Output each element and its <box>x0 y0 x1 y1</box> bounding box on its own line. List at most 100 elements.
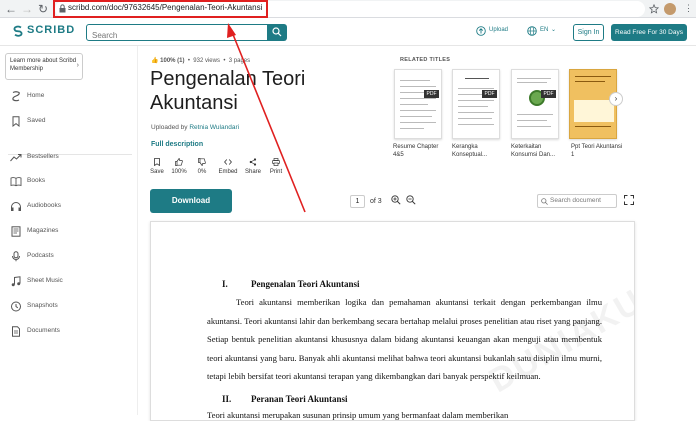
music-note-icon <box>11 276 21 287</box>
search-box <box>86 24 268 43</box>
language-selector[interactable]: EN <box>540 27 548 33</box>
dislike-percent: 0% <box>197 169 207 175</box>
sidebar-item-label: Podcasts <box>27 252 54 259</box>
back-icon[interactable]: ← <box>4 2 18 16</box>
code-icon <box>224 159 232 165</box>
sidebar-item-label: Documents <box>27 327 60 334</box>
thumbs-down-icon <box>198 158 206 166</box>
body-paragraph: Teori akuntansi memberikan logika dan pe… <box>207 297 602 381</box>
scribd-logo[interactable]: SCRIBD <box>27 24 75 36</box>
dislike-button[interactable]: 0% <box>189 158 215 175</box>
star-icon[interactable] <box>649 4 659 14</box>
sidebar-item-label: Saved <box>27 117 46 124</box>
zoom-in-icon[interactable] <box>391 195 401 205</box>
pdf-badge: PDF <box>541 90 556 98</box>
related-title[interactable]: Kerangka Konseptual... <box>452 143 504 159</box>
print-icon <box>272 158 280 166</box>
scribd-logo-icon[interactable] <box>12 25 24 37</box>
reload-icon[interactable]: ↻ <box>36 2 50 16</box>
globe-icon[interactable] <box>527 26 537 36</box>
sign-in-button[interactable]: Sign In <box>573 24 604 41</box>
related-titles-heading: RELATED TITLES <box>400 57 451 63</box>
pdf-badge: PDF <box>482 90 497 98</box>
related-thumbnail[interactable]: PDF <box>452 69 500 139</box>
page-total: of 3 <box>370 198 382 205</box>
thumbs-up-icon <box>175 158 183 166</box>
view-count: 932 views <box>193 58 220 64</box>
upload-link[interactable]: Upload <box>489 27 508 33</box>
bookmark-icon <box>154 158 160 166</box>
chevron-right-icon[interactable]: › <box>609 92 623 106</box>
rating-value: 100% (1) <box>160 58 185 64</box>
uploaded-by-label: Uploaded by <box>151 124 188 131</box>
section-number: I. <box>222 279 228 289</box>
related-title[interactable]: Keterkaitan Konsumsi Dan... <box>511 143 563 159</box>
embed-button[interactable]: Embed <box>215 158 241 175</box>
save-label: Save <box>150 169 164 175</box>
podcast-icon <box>12 251 20 262</box>
related-thumbnail[interactable] <box>569 69 617 139</box>
menu-icon[interactable]: ⋮ <box>684 3 693 14</box>
thumbs-up-icon: 👍 <box>151 58 159 64</box>
full-description-link[interactable]: Full description <box>151 141 203 148</box>
document-icon <box>12 326 20 337</box>
section-heading: Peranan Teori Akuntansi <box>251 394 348 404</box>
membership-banner[interactable]: Learn more about Scribd Membership › <box>5 53 83 80</box>
related-thumbnail[interactable]: PDF <box>394 69 442 139</box>
page-count: 3 pages <box>228 58 251 64</box>
headphones-icon <box>11 202 21 211</box>
pdf-badge: PDF <box>424 90 439 98</box>
sidebar-item-label: Bestsellers <box>27 153 59 160</box>
site-header: SCRIBD Upload EN ⌄ Sign In Read Free For… <box>0 18 696 46</box>
body-paragraph: Teori akuntansi merupakan susunan prinsi… <box>207 410 509 420</box>
section-number: II. <box>222 394 232 404</box>
search-icon <box>541 198 548 205</box>
trending-icon <box>10 154 22 162</box>
document-search-input[interactable]: Search document <box>537 194 617 208</box>
print-button[interactable]: Print <box>263 158 289 175</box>
sidebar-item-label: Magazines <box>27 227 59 234</box>
sidebar: Learn more about Scribd Membership › Hom… <box>0 46 138 415</box>
sidebar-item-label: Home <box>27 92 45 99</box>
embed-label: Embed <box>218 169 238 175</box>
book-icon <box>10 177 22 187</box>
related-thumbnail[interactable]: PDF <box>511 69 559 139</box>
membership-text: Learn more about Scribd Membership <box>10 58 77 72</box>
zoom-out-icon[interactable] <box>406 195 416 205</box>
related-title[interactable]: Ppt Teori Akuntansi 1 <box>571 143 623 159</box>
avatar[interactable] <box>664 3 676 15</box>
url-highlight-box <box>53 0 268 18</box>
magazine-icon <box>11 226 21 237</box>
document-stats: 👍 100% (1) • 932 views • 3 pages <box>151 58 251 64</box>
print-label: Print <box>269 169 283 175</box>
fullscreen-icon[interactable] <box>624 195 634 205</box>
uploader-link[interactable]: Retnia Wulandari <box>189 124 239 131</box>
uploader-line: Uploaded by Retnia Wulandari <box>151 124 239 131</box>
page-title: Pengenalan Teori Akuntansi <box>150 68 306 114</box>
document-page: DUNIAKU I. Pengenalan Teori Akuntansi Te… <box>150 221 635 421</box>
upload-icon[interactable] <box>476 26 486 36</box>
chevron-down-icon[interactable]: ⌄ <box>551 26 556 33</box>
page-number-input[interactable]: 1 <box>350 195 365 208</box>
sidebar-item-label: Sheet Music <box>27 277 63 284</box>
bookmark-icon <box>12 116 20 127</box>
share-label: Share <box>244 169 261 175</box>
search-button[interactable] <box>267 24 287 41</box>
share-icon <box>249 158 257 166</box>
sidebar-item-label: Snapshots <box>27 302 58 309</box>
sidebar-item-label: Books <box>27 177 46 184</box>
download-button[interactable]: Download <box>150 189 232 213</box>
related-title[interactable]: Resume Chapter 4&5 <box>393 143 445 159</box>
snapshot-icon <box>11 301 21 312</box>
forward-icon[interactable]: → <box>20 2 34 16</box>
chevron-right-icon: › <box>76 62 79 69</box>
sidebar-item-label: Audiobooks <box>27 202 61 209</box>
browser-toolbar: ← → ↻ scribd.com/doc/97632645/Pengenalan… <box>0 0 696 18</box>
section-heading: Pengenalan Teori Akuntansi <box>251 279 360 289</box>
like-percent: 100% <box>171 169 187 175</box>
search-icon <box>272 27 282 37</box>
document-search-placeholder: Search document <box>550 197 601 204</box>
search-input[interactable] <box>92 28 252 43</box>
read-free-button[interactable]: Read Free For 30 Days <box>611 24 687 41</box>
home-icon <box>12 91 20 102</box>
